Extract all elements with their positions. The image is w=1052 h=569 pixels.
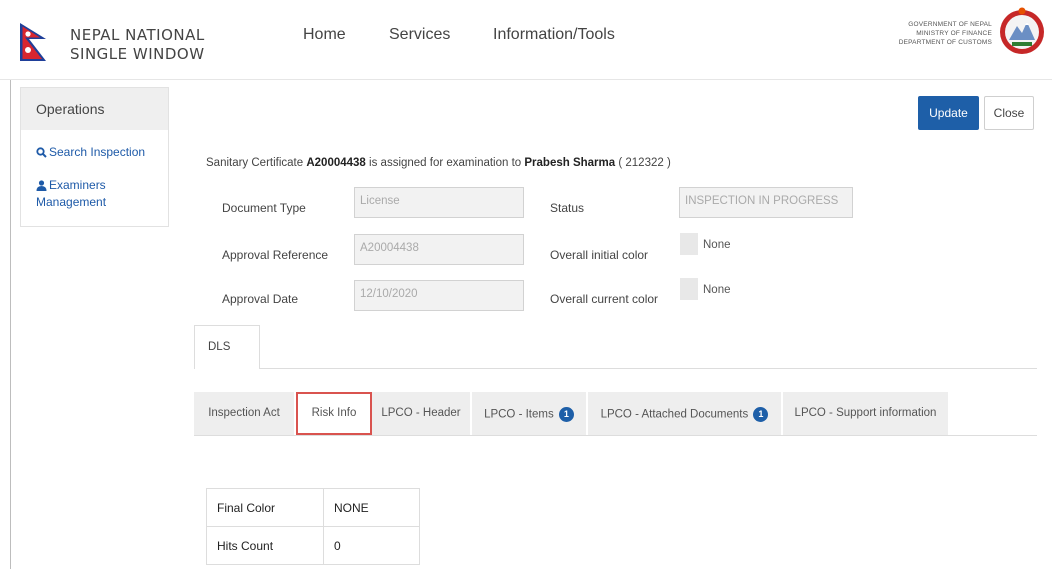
- gov-line-2: MINISTRY OF FINANCE: [916, 30, 992, 37]
- tab-inspection-act[interactable]: Inspection Act: [194, 392, 294, 435]
- sidebar-item-label: Search Inspection: [49, 145, 146, 159]
- tab-label: LPCO - Header: [381, 407, 461, 419]
- tab-dls[interactable]: DLS: [194, 325, 260, 369]
- update-button[interactable]: Update: [918, 96, 979, 130]
- assignment-prefix: Sanitary Certificate: [206, 157, 304, 169]
- document-type-label: Document Type: [222, 201, 306, 215]
- items-count-badge: 1: [558, 407, 574, 422]
- close-button[interactable]: Close: [984, 96, 1034, 130]
- status-label: Status: [550, 201, 585, 215]
- user-icon: [36, 180, 47, 192]
- sidebar-title: Operations: [21, 88, 168, 130]
- initial-color-label: Overall initial color: [550, 248, 649, 262]
- brand-title[interactable]: NEPAL NATIONAL SINGLE WINDOW: [70, 26, 205, 64]
- table-row: Final Color NONE: [206, 488, 420, 527]
- initial-color-value: None: [703, 239, 731, 251]
- risk-info-table: Final Color NONE Hits Count 0: [206, 488, 420, 565]
- final-color-key: Final Color: [206, 488, 324, 527]
- examiner-id: ( 212322 ): [618, 157, 671, 169]
- nav-home[interactable]: Home: [303, 26, 346, 44]
- tab-lpco-support-information[interactable]: LPCO - Support information: [783, 392, 948, 435]
- tab-lpco-attached-documents[interactable]: LPCO - Attached Documents 1: [588, 392, 781, 435]
- approval-reference-field[interactable]: A20004438: [354, 234, 524, 265]
- tab-label: LPCO - Support information: [794, 407, 937, 419]
- sidebar-item-label: Examiners: [49, 178, 106, 192]
- approval-reference-label: Approval Reference: [222, 248, 329, 262]
- nepal-flag-logo[interactable]: [18, 22, 48, 62]
- current-color-value: None: [703, 284, 731, 296]
- assignment-middle: is assigned for examination to: [369, 157, 522, 169]
- frame-border: [10, 80, 11, 569]
- gov-line-3: DEPARTMENT OF CUSTOMS: [898, 39, 992, 46]
- approval-date-label: Approval Date: [222, 292, 299, 306]
- final-color-value: NONE: [323, 488, 420, 527]
- current-color-swatch: [680, 278, 698, 300]
- current-color-label: Overall current color: [550, 292, 659, 306]
- tab-label: Inspection Act: [208, 407, 280, 419]
- brand-line-2: SINGLE WINDOW: [70, 45, 205, 63]
- initial-color-swatch: [680, 233, 698, 255]
- nav-information-tools[interactable]: Information/Tools: [493, 26, 615, 44]
- nav-services[interactable]: Services: [389, 26, 450, 44]
- certificate-number: A20004438: [306, 157, 366, 169]
- hits-count-key: Hits Count: [206, 526, 324, 565]
- approval-date-field[interactable]: 12/10/2020: [354, 280, 524, 311]
- tab-divider: [194, 435, 1037, 436]
- documents-count-badge: 1: [753, 407, 769, 422]
- government-caption: GOVERNMENT OF NEPAL MINISTRY OF FINANCE …: [899, 20, 992, 47]
- operations-sidebar: Operations Search Inspection Examiners M…: [20, 87, 169, 227]
- sidebar-item-search-inspection[interactable]: Search Inspection: [36, 144, 145, 161]
- tab-lpco-header[interactable]: LPCO - Header: [372, 392, 470, 435]
- top-header: NEPAL NATIONAL SINGLE WINDOW Home Servic…: [0, 0, 1052, 80]
- gov-line-1: GOVERNMENT OF NEPAL: [908, 21, 992, 28]
- tab-label: Risk Info: [311, 407, 357, 419]
- sidebar-item-label: Management: [36, 195, 107, 209]
- tab-lpco-items[interactable]: LPCO - Items 1: [472, 392, 586, 435]
- table-row: Hits Count 0: [206, 526, 420, 565]
- tab-label: LPCO - Items: [484, 408, 554, 421]
- tab-divider: [260, 368, 1037, 369]
- search-icon: [36, 147, 47, 159]
- sidebar-item-examiners-management[interactable]: Examiners Management: [36, 177, 106, 211]
- tab-label: LPCO - Attached Documents: [600, 408, 749, 421]
- brand-line-1: NEPAL NATIONAL: [70, 26, 205, 44]
- hits-count-value: 0: [323, 526, 420, 565]
- status-field[interactable]: INSPECTION IN PROGRESS: [679, 187, 853, 218]
- government-emblem-icon: [1000, 7, 1044, 54]
- tab-risk-info[interactable]: Risk Info: [296, 392, 372, 435]
- document-type-field[interactable]: License: [354, 187, 524, 218]
- assignment-info: Sanitary Certificate A20004438 is assign…: [206, 157, 671, 169]
- examiner-name: Prabesh Sharma: [524, 157, 616, 169]
